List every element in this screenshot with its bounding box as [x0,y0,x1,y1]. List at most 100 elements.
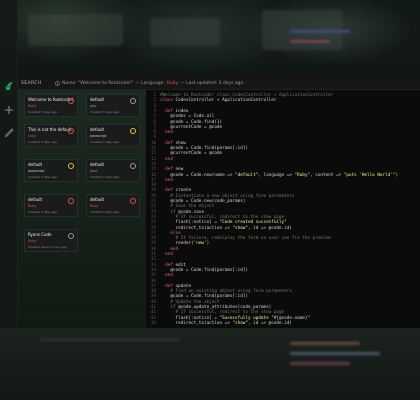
code-card[interactable]: default java Created 3 days ago [86,159,140,182]
info-icon [55,81,60,86]
line-number: 12 [150,151,156,157]
line-number: 9 [153,135,156,141]
status-ring-icon [130,198,136,204]
code-text: # Update the object [160,299,220,305]
code-text: @code = Code.find(params[:id]) [160,267,248,273]
line-number: 25 [150,220,156,226]
top-bar: SEARCH Name: "Welcome to Rootcode!" — La… [18,78,420,90]
language-value: Ruby [166,81,179,86]
card-language: Ruby [28,204,37,208]
status-ring-icon [68,128,74,134]
code-text: end [160,246,179,252]
line-number: 16 [150,172,156,178]
line-number: 26 [150,225,156,231]
card-language: ruby [28,134,36,138]
code-text: end [160,156,173,162]
line-number: 15 [150,167,156,173]
code-text: render('new') [160,241,210,247]
code-text: def show [160,140,186,146]
code-text: class CodesController < ApplicationContr… [160,98,277,104]
card-language: Ruby [90,204,99,208]
code-card[interactable]: default php Created 3 days ago [86,94,140,117]
card-created: Created 3 days ago [28,140,58,144]
line-number: 22 [150,204,156,210]
status-ring-icon [130,128,136,134]
line-number: 6 [153,119,156,125]
code-text: def edit [160,262,186,268]
line-number: 43 [150,315,156,321]
line-number: 23 [150,209,156,215]
search-label[interactable]: SEARCH [18,81,45,86]
code-text: flash[:notice] = "Code created succesful… [160,220,287,226]
card-created: Created 3 days ago [28,210,58,214]
status-ring-icon [68,233,74,239]
language-prefix: — Language: [135,81,165,86]
line-number: 30 [150,246,156,252]
code-text: @code = Code.find(params[:id]) [160,294,248,300]
code-text: end [160,273,173,279]
status-ring-icon [68,98,74,104]
line-number: 20 [150,193,156,199]
line-number: 44 [150,320,156,326]
card-created: Created about 1 hour ago [28,245,67,249]
code-text: def new [160,167,184,173]
code-card[interactable]: default Ruby Created 3 days ago [24,194,78,217]
code-card[interactable]: Ryans Code Ruby Created about 1 hour ago [24,229,78,252]
file-meta: Name: "Welcome to Rootcode!" — Language:… [45,81,243,86]
code-card[interactable]: default javascript Created 3 days ago [24,159,78,182]
card-language: java [90,169,98,173]
code-text: @currentCode = @code [160,151,223,157]
line-number: 35 [150,273,156,279]
app-logo-icon [4,82,13,90]
code-text: end [160,252,173,257]
code-text: flash[:notice] = "Sucessfully update "#{… [160,315,311,321]
line-number: 19 [150,188,156,194]
code-text: # If successful, redirect to the show pa… [160,310,285,316]
code-card-grid: Welcome to Rootcode! Ruby Created 3 days a… [18,90,146,328]
line-number: 39 [150,294,156,300]
file-name: Name: "Welcome to Rootcode!" [62,81,134,86]
code-text: if @code.save [160,209,204,215]
card-created: Created 3 days ago [28,110,58,114]
status-ring-icon [68,198,74,204]
line-number: 3 [153,103,156,109]
line-number: 29 [150,241,156,247]
code-text: redirect_to(action => "show", id => @cod… [160,320,292,326]
card-language: Ruby [28,104,37,108]
line-number: 42 [150,310,156,316]
card-created: Created 3 days ago [28,175,58,179]
app-window: SEARCH Name: "Welcome to Rootcode!" — La… [18,78,420,328]
line-number: 2 [153,98,156,104]
code-text: @codes = Code.all [160,114,215,120]
card-created: Created 3 days ago [90,140,120,144]
line-number: 36 [150,278,156,284]
card-language: javascript [90,134,107,138]
card-language: php [90,104,97,108]
code-text: end [160,177,173,183]
blurred-footer-area [0,328,420,400]
status-ring-icon [130,163,136,169]
code-card[interactable]: Welcome to Rootcode! Ruby Created 3 days a… [24,94,78,117]
code-text: @code = Code.find(1) [160,119,223,125]
code-card[interactable]: default Ruby Created 3 days ago [86,194,140,217]
line-number: 13 [150,156,156,162]
line-number: 40 [150,299,156,305]
code-editor[interactable]: 1 #Welcome to Rootcode! class CodesContro… [146,90,420,328]
line-number: 32 [150,257,156,263]
card-created: Created 3 days ago [90,175,120,179]
card-created: Created 3 days ago [90,110,120,114]
code-text: # Instantiate a new object using form pa… [160,193,295,199]
code-text: # Save the object [160,204,215,210]
status-ring-icon [130,98,136,104]
card-language: Ruby [28,239,37,243]
code-text: @code = Code.new(name => "default", lang… [160,172,399,178]
code-text: def create [160,188,192,194]
add-icon[interactable] [3,104,15,116]
code-card[interactable]: This is not the default ruby Created 3 day… [24,124,78,147]
edit-icon[interactable] [3,126,15,138]
card-language: javascript [28,169,45,173]
status-ring-icon [68,163,74,169]
code-card[interactable]: default javascript Created 3 days ago [86,124,140,147]
line-number: 10 [150,140,156,146]
code-text: redirect_to(action => "show", id => @cod… [160,225,292,231]
